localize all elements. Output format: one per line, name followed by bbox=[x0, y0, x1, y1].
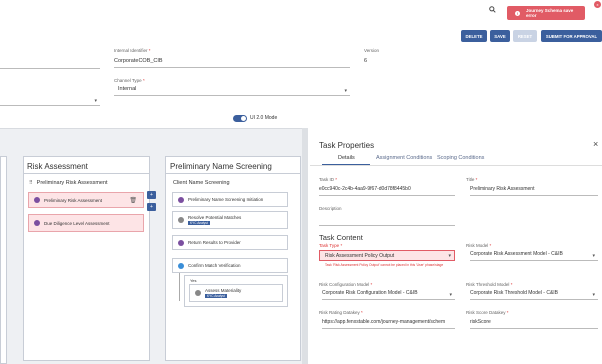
version-label: Version bbox=[364, 48, 380, 53]
task-type-value: Risk Assessment Policy Output bbox=[325, 252, 395, 259]
search-icon[interactable] bbox=[487, 4, 497, 14]
risk-config-select[interactable]: Corporate Risk Configuration Model - C&I… bbox=[322, 290, 455, 300]
chevron-down-icon: ▾ bbox=[94, 98, 97, 104]
risk-model-label: Risk Model * bbox=[466, 243, 492, 248]
task-card-due-diligence[interactable]: Due Diligence Level Assessment bbox=[28, 214, 144, 232]
ui-mode-label: UI 2.0 Mode bbox=[250, 115, 278, 121]
task-type-icon bbox=[178, 196, 184, 203]
risk-rating-label: Risk Rating Datakey * bbox=[319, 310, 363, 315]
task-type-error: Task 'Risk Assessment Policy Output' can… bbox=[325, 263, 444, 267]
task-type-label: Task Type * bbox=[319, 243, 343, 248]
risk-threshold-value: Corporate Risk Threshold Model - C&IB bbox=[470, 290, 558, 296]
task-id-label: Task ID * bbox=[319, 177, 338, 182]
drag-handle-icon[interactable]: ⠿ bbox=[29, 180, 33, 186]
risk-config-value: Corporate Risk Configuration Model - C&I… bbox=[322, 290, 418, 296]
task-card-assess-materiality[interactable]: Assess Materiality KYC Analyst bbox=[189, 284, 283, 302]
task-card-label: Resolve Potential Matches bbox=[188, 215, 242, 220]
user-task-icon bbox=[195, 290, 201, 296]
vertical-scrollbar[interactable] bbox=[302, 128, 308, 364]
name-screening-group-title: Client Name Screening bbox=[173, 180, 230, 186]
internal-identifier-label: Internal Identifier * bbox=[114, 48, 151, 53]
channel-type-value: Internal bbox=[118, 86, 137, 92]
reset-button[interactable]: RESET bbox=[513, 30, 537, 42]
branch-line bbox=[179, 273, 180, 301]
decision-icon bbox=[178, 262, 184, 269]
tab-details[interactable]: Details bbox=[338, 155, 355, 161]
error-icon: ! bbox=[515, 10, 520, 16]
channel-type-select[interactable]: Internal ▾ bbox=[114, 86, 350, 96]
add-task-icon[interactable]: + bbox=[147, 191, 156, 199]
chevron-down-icon: ▾ bbox=[592, 253, 595, 259]
chevron-down-icon: ▾ bbox=[344, 88, 347, 94]
description-field[interactable] bbox=[319, 216, 455, 226]
channel-type-label: Channel Type * bbox=[114, 78, 145, 83]
ui-mode-toggle[interactable] bbox=[233, 115, 247, 122]
task-card-screening-initiation[interactable]: Preliminary Name Screening Initiation bbox=[172, 192, 288, 207]
save-button[interactable]: SAVE bbox=[490, 30, 510, 42]
toast-message: Journey Schema save error bbox=[526, 8, 574, 18]
toast-close-icon[interactable]: x bbox=[594, 1, 601, 8]
description-label: Description bbox=[319, 206, 342, 211]
risk-config-label: Risk Configuration Model * bbox=[319, 282, 373, 287]
role-badge: KYC Analyst bbox=[188, 221, 210, 225]
task-card-label: Due Diligence Level Assessment bbox=[44, 220, 110, 226]
submit-for-approval-button[interactable]: SUBMIT FOR APPROVAL bbox=[541, 30, 602, 42]
chevron-down-icon: ▾ bbox=[449, 292, 452, 298]
error-toast: ! Journey Schema save error bbox=[507, 6, 585, 20]
panel-title: Task Properties bbox=[319, 141, 375, 150]
branch-label: Yes bbox=[190, 278, 197, 283]
chevron-down-icon: ▾ bbox=[592, 292, 595, 298]
delete-button[interactable]: DELETE bbox=[461, 30, 487, 42]
risk-score-label: Risk Score Datakey * bbox=[466, 310, 509, 315]
task-card-label: Preliminary Risk Assessment bbox=[44, 197, 103, 203]
chevron-down-icon: ▾ bbox=[448, 253, 451, 259]
task-card-label: Assess Materiality bbox=[205, 288, 242, 293]
risk-rating-field[interactable]: https://app.fenxstable.com/journey-manag… bbox=[322, 319, 455, 329]
name-screening-title: Preliminary Name Screening bbox=[170, 162, 272, 171]
risk-group-title: Preliminary Risk Assessment bbox=[36, 180, 108, 186]
task-type-icon bbox=[34, 220, 40, 226]
task-card-resolve-matches[interactable]: Resolve Potential Matches KYC Analyst bbox=[172, 211, 288, 229]
task-card-confirm-match[interactable]: Confirm Match Verification bbox=[172, 258, 288, 273]
task-type-icon bbox=[178, 239, 184, 246]
risk-model-value: Corporate Risk Assessment Model - C&IB bbox=[470, 251, 563, 257]
left-field-line bbox=[0, 68, 100, 69]
task-card-preliminary-risk-assessment[interactable]: Preliminary Risk Assessment 🗑 bbox=[28, 192, 144, 208]
add-group-icon[interactable]: + bbox=[147, 203, 156, 211]
task-card-label: Preliminary Name Screening Initiation bbox=[188, 197, 264, 202]
tab-assignment-conditions[interactable]: Assignment Conditions bbox=[376, 155, 432, 161]
task-type-icon bbox=[34, 197, 40, 203]
left-select-field[interactable]: ▾ bbox=[0, 96, 100, 106]
risk-threshold-select[interactable]: Corporate Risk Threshold Model - C&IB ▾ bbox=[470, 290, 598, 300]
close-icon[interactable]: × bbox=[593, 139, 598, 149]
title-label: Title * bbox=[466, 177, 478, 182]
task-card-label: Confirm Match Verification bbox=[188, 263, 241, 268]
task-card-return-results[interactable]: Return Results to Provider bbox=[172, 235, 288, 250]
risk-score-field[interactable]: riskScore bbox=[470, 319, 598, 329]
title-field[interactable]: Preliminary Risk Assessment bbox=[470, 186, 598, 196]
tab-scoping-conditions[interactable]: Scoping Conditions bbox=[437, 155, 484, 161]
task-content-title: Task Content bbox=[319, 233, 363, 242]
task-card-label: Return Results to Provider bbox=[188, 240, 241, 245]
risk-model-select[interactable]: Corporate Risk Assessment Model - C&IB ▾ bbox=[470, 251, 598, 261]
risk-assessment-title: Risk Assessment bbox=[27, 162, 88, 171]
task-type-select[interactable]: Risk Assessment Policy Output ▾ bbox=[319, 250, 455, 261]
user-task-icon bbox=[178, 217, 184, 223]
risk-group-header[interactable]: ⠿ Preliminary Risk Assessment bbox=[29, 180, 108, 186]
task-id-field[interactable]: e0cc940c-2c4b-4aa9-9f67-d0d78f8445b0 bbox=[319, 186, 455, 196]
left-column-edge bbox=[0, 156, 7, 364]
trash-icon[interactable]: 🗑 bbox=[129, 197, 137, 204]
risk-threshold-label: Risk Threshold Model * bbox=[466, 282, 513, 287]
role-badge: KYC Analyst bbox=[205, 294, 227, 298]
internal-identifier-field[interactable]: CorporateCOB_CIB bbox=[114, 58, 350, 68]
version-value: 6 bbox=[364, 58, 368, 64]
risk-assessment-column[interactable] bbox=[23, 156, 150, 361]
